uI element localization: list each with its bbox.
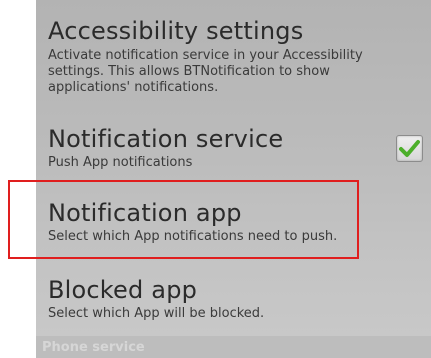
notification-service-title: Notification service [48,125,284,153]
checkmark-icon [399,140,420,157]
blocked-app-title: Blocked app [48,276,198,304]
settings-screen: Accessibility settings Activate notifica… [36,0,431,358]
accessibility-settings-item[interactable]: Accessibility settings Activate notifica… [48,18,423,96]
accessibility-settings-description: Activate notification service in your Ac… [48,48,363,95]
highlight-box [8,180,359,259]
phone-service-section-label: Phone service [42,340,145,355]
accessibility-settings-title: Accessibility settings [48,17,304,45]
section-footer: Phone service [36,336,431,358]
notification-service-checkbox[interactable] [396,135,423,162]
notification-service-subtitle: Push App notifications [48,155,193,170]
blocked-app-item[interactable]: Blocked app Select which App will be blo… [48,277,423,322]
blocked-app-subtitle: Select which App will be blocked. [48,306,265,321]
notification-service-item[interactable]: Notification service Push App notificati… [48,126,423,171]
